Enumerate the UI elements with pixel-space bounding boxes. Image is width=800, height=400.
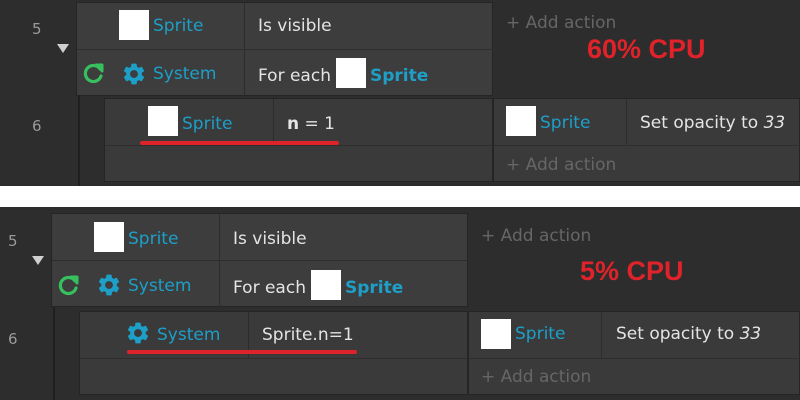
panel-5-cpu: 5 Sprite Is visible System For each Spri… [0, 207, 800, 400]
cpu-label: 60% CPU [587, 34, 706, 64]
sprite-icon [506, 106, 536, 136]
sprite-icon [336, 58, 366, 88]
add-action-button[interactable]: + Add action [481, 367, 591, 387]
highlight-underline [127, 350, 357, 354]
condition-text[interactable]: Is visible [233, 229, 307, 249]
collapse-toggle-icon[interactable] [57, 44, 69, 53]
for-each-object[interactable]: Sprite [345, 278, 403, 298]
condition-text[interactable]: For each [233, 278, 306, 298]
condition-text[interactable]: Is visible [258, 16, 332, 36]
gear-icon [123, 63, 145, 85]
condition-text[interactable]: For each [258, 66, 331, 86]
loop-icon [58, 275, 79, 296]
action-text[interactable]: Set opacity to 33 [640, 113, 785, 133]
event-number: 5 [8, 232, 18, 250]
loop-icon [83, 63, 104, 84]
event-number: 5 [32, 20, 42, 38]
sprite-icon [148, 106, 178, 136]
condition-object[interactable]: System [153, 64, 216, 84]
action-object[interactable]: Sprite [540, 113, 590, 133]
sprite-icon [311, 270, 341, 300]
gear-icon [98, 274, 120, 296]
sprite-icon [94, 222, 124, 252]
separator [0, 186, 800, 207]
compare-expression[interactable]: Sprite.n=1 [262, 325, 354, 345]
panel-60-cpu: 5 Sprite Is visible System For each Spri… [0, 0, 800, 186]
condition-object[interactable]: Sprite [182, 114, 232, 134]
action-object[interactable]: Sprite [515, 324, 565, 344]
gear-icon [127, 322, 149, 344]
event-number: 6 [32, 117, 42, 135]
condition-object[interactable]: System [157, 325, 220, 345]
highlight-underline [140, 141, 339, 145]
add-action-button[interactable]: + Add action [506, 155, 616, 175]
cpu-label: 5% CPU [580, 256, 684, 286]
collapse-toggle-icon[interactable] [32, 256, 44, 265]
add-action-button[interactable]: + Add action [506, 13, 616, 33]
for-each-object[interactable]: Sprite [370, 66, 428, 86]
instance-variable-compare[interactable]: n = 1 [287, 114, 335, 134]
add-action-button[interactable]: + Add action [481, 226, 591, 246]
sprite-icon [481, 319, 511, 349]
event-number: 6 [8, 330, 18, 348]
condition-object[interactable]: System [128, 276, 191, 296]
sprite-icon [119, 10, 149, 40]
action-text[interactable]: Set opacity to 33 [616, 324, 761, 344]
condition-object[interactable]: Sprite [128, 229, 178, 249]
condition-object[interactable]: Sprite [153, 16, 203, 36]
